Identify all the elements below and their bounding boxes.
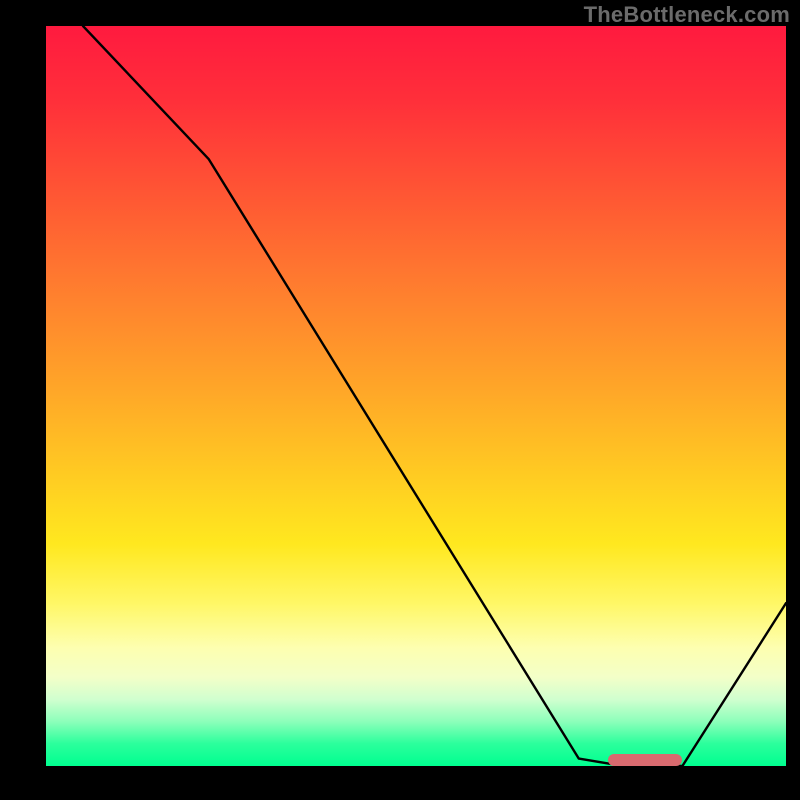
bottleneck-curve [46, 26, 786, 766]
sweet-spot-marker [608, 754, 682, 766]
chart-frame: TheBottleneck.com [0, 0, 800, 800]
watermark-text: TheBottleneck.com [584, 2, 790, 28]
plot-area [46, 26, 786, 766]
